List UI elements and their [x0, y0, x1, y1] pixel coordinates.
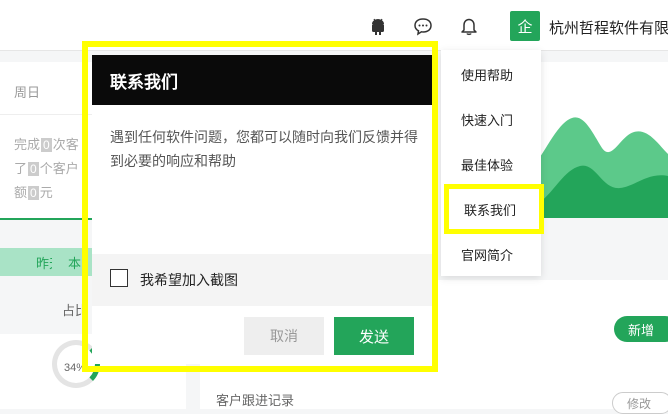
help-item-contact-us[interactable]: 联系我们: [444, 184, 544, 234]
new-button[interactable]: 新增: [614, 316, 668, 342]
stat-text: 个客户: [39, 161, 79, 176]
stat-text: 额: [14, 185, 28, 200]
help-dropdown: 使用帮助 快速入门 最佳体验 联系我们 官网简介: [441, 50, 544, 276]
stat-line-customers: 了 0 个客户: [14, 158, 79, 177]
screenshot-checkbox[interactable]: [110, 269, 128, 287]
followup-title: 客户跟进记录: [216, 393, 295, 408]
stat-value: 0: [28, 162, 39, 176]
cancel-button[interactable]: 取消: [244, 317, 324, 355]
edit-button[interactable]: 修改: [612, 392, 668, 414]
contact-dialog: 联系我们 遇到任何软件问题，您都可以随时向我们反馈并得到必要的响应和帮助 我希望…: [92, 55, 432, 364]
stat-text: 了: [14, 161, 28, 176]
area-chart-graphic: [540, 117, 668, 218]
day-label: 周日: [14, 85, 41, 100]
stat-value: 0: [41, 138, 52, 152]
company-name[interactable]: 杭州哲程软件有限: [549, 17, 668, 38]
help-item-usage[interactable]: 使用帮助: [441, 52, 541, 96]
send-button[interactable]: 发送: [334, 317, 414, 355]
screenshot-option-row: 我希望加入截图: [92, 254, 432, 306]
dialog-title: 联系我们: [92, 55, 432, 105]
screenshot-checkbox-label[interactable]: 我希望加入截图: [140, 270, 238, 290]
help-item-quickstart[interactable]: 快速入门: [441, 97, 541, 141]
dialog-message: 遇到任何软件问题，您都可以随时向我们反馈并得到必要的响应和帮助: [110, 129, 418, 169]
help-item-best-experience[interactable]: 最佳体验: [441, 142, 541, 186]
company-badge[interactable]: 企: [510, 11, 540, 41]
stat-text: 完成: [14, 137, 41, 152]
bell-icon[interactable]: [458, 15, 480, 37]
stat-text: 元: [39, 185, 53, 200]
stat-line-visits: 完成 0 次客: [14, 134, 79, 153]
help-item-website-intro[interactable]: 官网简介: [441, 232, 541, 276]
tab-label: 本: [68, 255, 82, 271]
chat-icon[interactable]: [412, 15, 434, 37]
stat-text: 次客: [52, 137, 79, 152]
area-chart: [540, 62, 668, 218]
stat-line-amount: 额0元: [14, 182, 53, 201]
stat-value: 0: [28, 186, 39, 200]
android-icon[interactable]: [367, 15, 389, 37]
